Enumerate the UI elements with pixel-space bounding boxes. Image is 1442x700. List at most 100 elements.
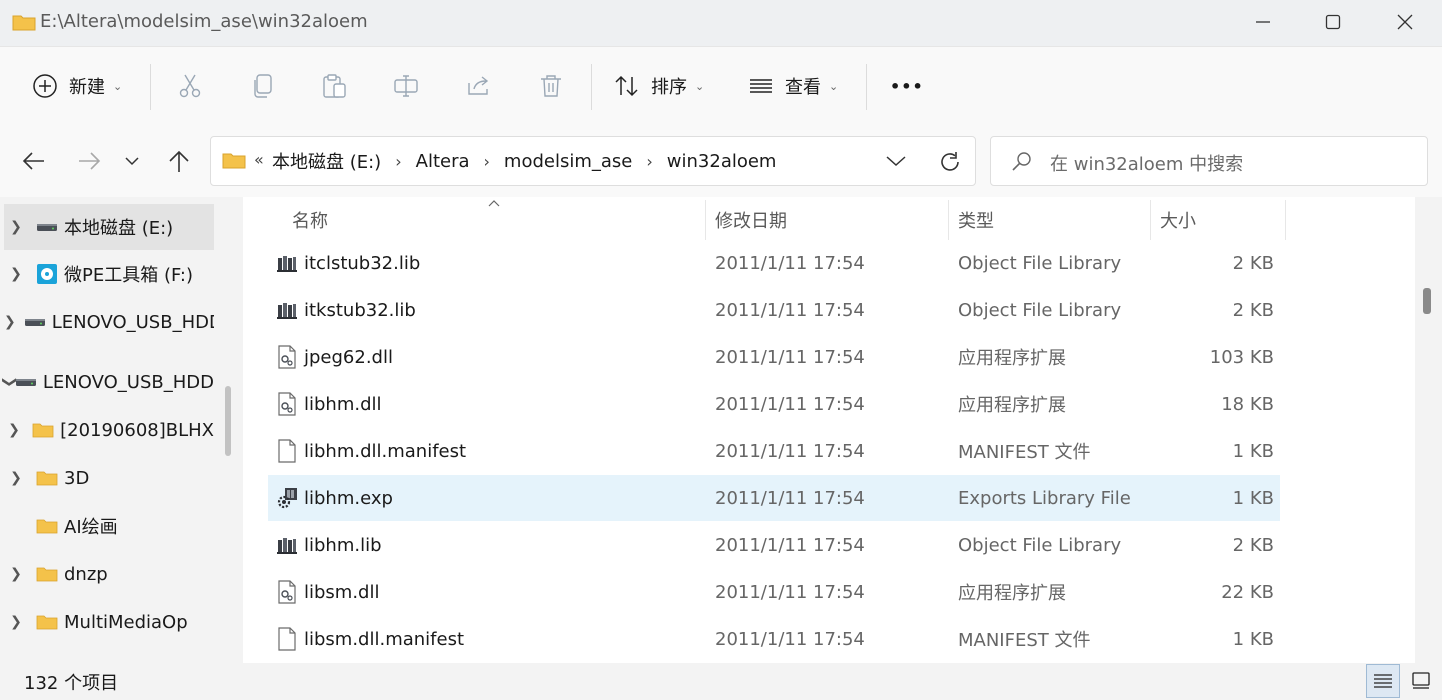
file-row[interactable]: libhm.lib 2011/1/11 17:54 Object File Libr…: [268, 522, 1280, 568]
folder-icon: [32, 423, 54, 438]
file-date: 2011/1/11 17:54: [715, 581, 865, 603]
column-divider[interactable]: [1150, 200, 1151, 240]
file-size: 2 KB: [1232, 252, 1274, 274]
file-row[interactable]: libsm.dll 2011/1/11 17:54 应用程序扩展 22 KB: [268, 569, 1280, 615]
file-name: libsm.dll.manifest: [304, 628, 465, 650]
file-size: 2 KB: [1232, 299, 1274, 321]
search-icon: [1012, 152, 1031, 171]
folder-icon: [36, 519, 58, 534]
chevron-right-icon[interactable]: ›: [646, 152, 652, 171]
recent-locations-chevron-icon[interactable]: [125, 156, 139, 166]
more-options-button[interactable]: •••: [890, 46, 924, 126]
forward-icon[interactable]: [77, 150, 101, 172]
file-row[interactable]: libhm.dll 2011/1/11 17:54 应用程序扩展 18 KB: [268, 381, 1280, 427]
sidebar-item-folder[interactable]: AI绘画: [4, 503, 214, 549]
column-divider[interactable]: [948, 200, 949, 240]
close-button[interactable]: [1370, 0, 1440, 44]
sidebar-item-local-disk-e[interactable]: ❯ 本地磁盘 (E:): [4, 204, 214, 250]
breadcrumb-item[interactable]: modelsim_ase: [504, 151, 632, 172]
chevron-right-icon[interactable]: ›: [395, 152, 401, 171]
dll-icon: [276, 334, 298, 380]
cut-button[interactable]: [178, 46, 202, 126]
up-icon[interactable]: [167, 149, 191, 173]
details-view-button[interactable]: [1366, 664, 1400, 698]
large-icons-view-icon: [1412, 672, 1430, 689]
column-divider[interactable]: [1285, 200, 1286, 240]
file-date: 2011/1/11 17:54: [715, 346, 865, 368]
chevron-right-icon[interactable]: ❯: [4, 566, 28, 582]
paste-button[interactable]: [322, 46, 348, 126]
file-date: 2011/1/11 17:54: [715, 628, 865, 650]
status-bar: [0, 663, 1442, 700]
file-row[interactable]: itkstub32.lib 2011/1/11 17:54 Object File …: [268, 287, 1280, 333]
file-row[interactable]: jpeg62.dll 2011/1/11 17:54 应用程序扩展 103 KB: [268, 334, 1280, 380]
search-placeholder: 在 win32aloem 中搜索: [1050, 154, 1244, 175]
item-count: 132 个项目: [24, 673, 119, 694]
column-header-type[interactable]: 类型: [958, 207, 994, 233]
back-icon[interactable]: [22, 150, 46, 172]
file-icon: [276, 616, 298, 662]
breadcrumb-item[interactable]: 本地磁盘 (E:): [272, 148, 381, 174]
chevron-right-icon[interactable]: ❯: [4, 470, 28, 486]
folder-icon: [36, 471, 58, 486]
breadcrumb-item[interactable]: Altera: [416, 151, 470, 172]
sidebar-item-folder[interactable]: ❯ 3D: [4, 455, 214, 501]
sidebar-item-pe-toolbox-f[interactable]: ❯ 微PE工具箱 (F:): [4, 251, 214, 297]
sidebar-item-folder[interactable]: ❯ MultiMediaOp: [4, 599, 214, 645]
command-bar: [0, 46, 1442, 128]
share-button[interactable]: [466, 46, 492, 126]
file-row[interactable]: libsm.dll.manifest 2011/1/11 17:54 MANIFES…: [268, 616, 1280, 662]
file-list-scrollbar[interactable]: [1423, 288, 1431, 314]
file-name: itkstub32.lib: [304, 299, 416, 321]
overflow-crumbs[interactable]: «: [254, 150, 264, 169]
chevron-right-icon[interactable]: ›: [484, 152, 490, 171]
rename-button[interactable]: [393, 46, 419, 126]
copy-button[interactable]: [252, 46, 274, 126]
file-name: libhm.lib: [304, 534, 382, 556]
file-type: Exports Library File: [958, 487, 1131, 509]
file-type: 应用程序扩展: [958, 348, 1066, 369]
sidebar-item-folder[interactable]: ❯ dnzp: [4, 551, 214, 597]
sort-button[interactable]: 排序 ⌄: [614, 46, 704, 126]
delete-button[interactable]: [539, 46, 563, 126]
file-row[interactable]: libhm.dll.manifest 2011/1/11 17:54 MANIFES…: [268, 428, 1280, 474]
folder-icon: [36, 567, 58, 582]
chevron-right-icon[interactable]: ❯: [4, 614, 28, 630]
file-name: libhm.dll.manifest: [304, 440, 467, 462]
sidebar-item-label: dnzp: [64, 563, 108, 585]
file-name: jpeg62.dll: [304, 346, 393, 368]
maximize-icon: [1325, 14, 1341, 30]
column-header-name[interactable]: 名称: [292, 207, 328, 233]
maximize-button[interactable]: [1298, 0, 1368, 44]
file-type: 应用程序扩展: [958, 583, 1066, 604]
file-size: 1 KB: [1232, 628, 1274, 650]
sidebar-item-folder[interactable]: ❯ [20190608]BLHX: [4, 407, 214, 453]
file-row[interactable]: libhm.exp 2011/1/11 17:54 Exports Library …: [268, 475, 1280, 521]
file-size: 2 KB: [1232, 534, 1274, 556]
rename-icon: [394, 75, 418, 97]
sidebar-item-lenovo-usb-expanded[interactable]: ❯ LENOVO_USB_HDD: [0, 359, 214, 405]
scissors-icon: [179, 74, 201, 98]
sidebar-scrollbar[interactable]: [225, 386, 231, 456]
breadcrumb-item[interactable]: win32aloem: [667, 151, 777, 172]
view-button[interactable]: 查看 ⌄: [748, 46, 838, 126]
chevron-right-icon[interactable]: ❯: [4, 219, 28, 235]
chevron-down-icon[interactable]: ❯: [1, 365, 17, 400]
address-history-chevron-icon[interactable]: [886, 155, 906, 167]
column-header-date[interactable]: 修改日期: [715, 207, 787, 233]
column-divider[interactable]: [705, 200, 706, 240]
file-size: 22 KB: [1221, 581, 1274, 603]
new-button[interactable]: 新建 ⌄: [32, 46, 122, 126]
sort-ascending-icon: [488, 200, 500, 207]
sidebar-item-label: 3D: [64, 467, 90, 489]
sidebar-item-label: LENOVO_USB_HDD: [42, 371, 214, 393]
minimize-button[interactable]: [1228, 0, 1298, 44]
column-header-size[interactable]: 大小: [1160, 207, 1196, 233]
file-row[interactable]: itclstub32.lib 2011/1/11 17:54 Object File…: [268, 240, 1280, 286]
chevron-right-icon[interactable]: ❯: [4, 266, 28, 282]
refresh-icon[interactable]: [938, 150, 962, 174]
chevron-right-icon[interactable]: ❯: [4, 422, 24, 438]
large-icons-view-button[interactable]: [1404, 664, 1438, 698]
sidebar-item-lenovo-usb[interactable]: ❯ LENOVO_USB_HDD: [4, 299, 214, 345]
chevron-right-icon[interactable]: ❯: [4, 314, 16, 330]
